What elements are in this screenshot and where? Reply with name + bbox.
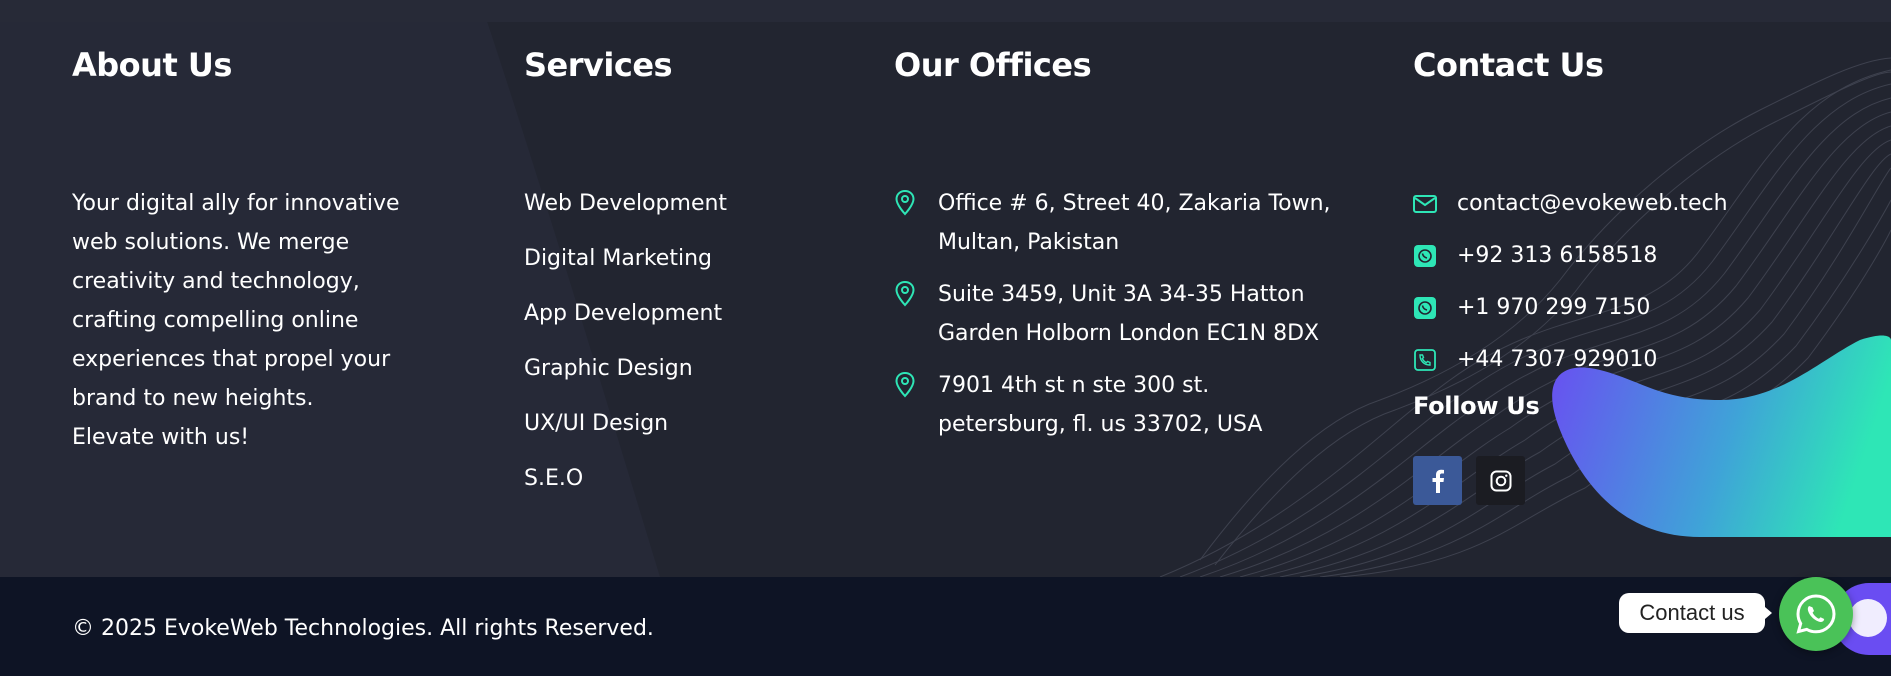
about-section: About Us Your digital ally for innovativ… [72,44,412,457]
office-item: Suite 3459, Unit 3A 34-35 Hatton Garden … [894,275,1354,353]
social-links [1413,456,1883,505]
whatsapp-icon [1413,244,1437,268]
map-pin-icon [895,371,915,398]
office-address: Office # 6, Street 40, Zakaria Town, Mul… [938,191,1331,255]
office-list: Office # 6, Street 40, Zakaria Town, Mul… [894,184,1354,444]
instagram-button[interactable] [1476,456,1525,505]
contact-email[interactable]: contact@evokeweb.tech [1457,191,1728,216]
map-pin-icon [895,280,915,307]
contact-phone-item[interactable]: +92 313 6158518 [1413,236,1883,275]
about-text: Your digital ally for innovative web sol… [72,191,400,450]
service-link-ux-ui-design[interactable]: UX/UI Design [524,404,824,443]
contact-us-tooltip[interactable]: Contact us [1619,593,1772,633]
service-link-seo[interactable]: S.E.O [524,459,824,498]
contact-list: contact@evokeweb.tech +92 313 6158518 +1… [1413,184,1883,379]
contact-phone[interactable]: +1 970 299 7150 [1457,295,1650,320]
service-link-digital-marketing[interactable]: Digital Marketing [524,239,824,278]
office-address: 7901 4th st n ste 300 st. petersburg, fl… [938,373,1263,437]
copyright-text: © 2025 EvokeWeb Technologies. All rights… [72,616,654,641]
map-pin-icon [895,189,915,216]
contact-section: Contact Us contact@evokeweb.tech +92 313… [1413,44,1883,505]
side-tab-circle [1849,599,1887,637]
top-strip [0,0,1891,22]
service-link-web-development[interactable]: Web Development [524,184,824,223]
offices-section: Our Offices Office # 6, Street 40, Zakar… [894,44,1354,457]
service-link-graphic-design[interactable]: Graphic Design [524,349,824,388]
instagram-icon [1490,470,1511,491]
offices-title: Our Offices [894,46,1092,84]
whatsapp-chat-button[interactable] [1779,577,1853,651]
facebook-icon [1432,469,1444,493]
whatsapp-icon [1413,296,1437,320]
phone-icon [1413,348,1437,372]
facebook-button[interactable] [1413,456,1462,505]
contact-phone[interactable]: +44 7307 929010 [1457,347,1657,372]
service-link-app-development[interactable]: App Development [524,294,824,333]
contact-phone-item[interactable]: +1 970 299 7150 [1413,288,1883,327]
footer-bar: © 2025 EvokeWeb Technologies. All rights… [0,577,1891,676]
about-title: About Us [72,46,232,84]
contact-phone[interactable]: +92 313 6158518 [1457,243,1657,268]
office-item: Office # 6, Street 40, Zakaria Town, Mul… [894,184,1354,262]
contact-email-item[interactable]: contact@evokeweb.tech [1413,184,1883,223]
envelope-icon [1413,192,1437,216]
services-title: Services [524,46,673,84]
office-item: 7901 4th st n ste 300 st. petersburg, fl… [894,366,1354,444]
services-section: Services Web Development Digital Marketi… [524,44,824,514]
contact-title: Contact Us [1413,46,1604,84]
services-list: Web Development Digital Marketing App De… [524,184,824,498]
contact-phone-item[interactable]: +44 7307 929010 [1413,340,1883,379]
whatsapp-icon [1796,594,1836,634]
follow-us-title: Follow Us [1413,392,1540,420]
office-address: Suite 3459, Unit 3A 34-35 Hatton Garden … [938,282,1320,346]
